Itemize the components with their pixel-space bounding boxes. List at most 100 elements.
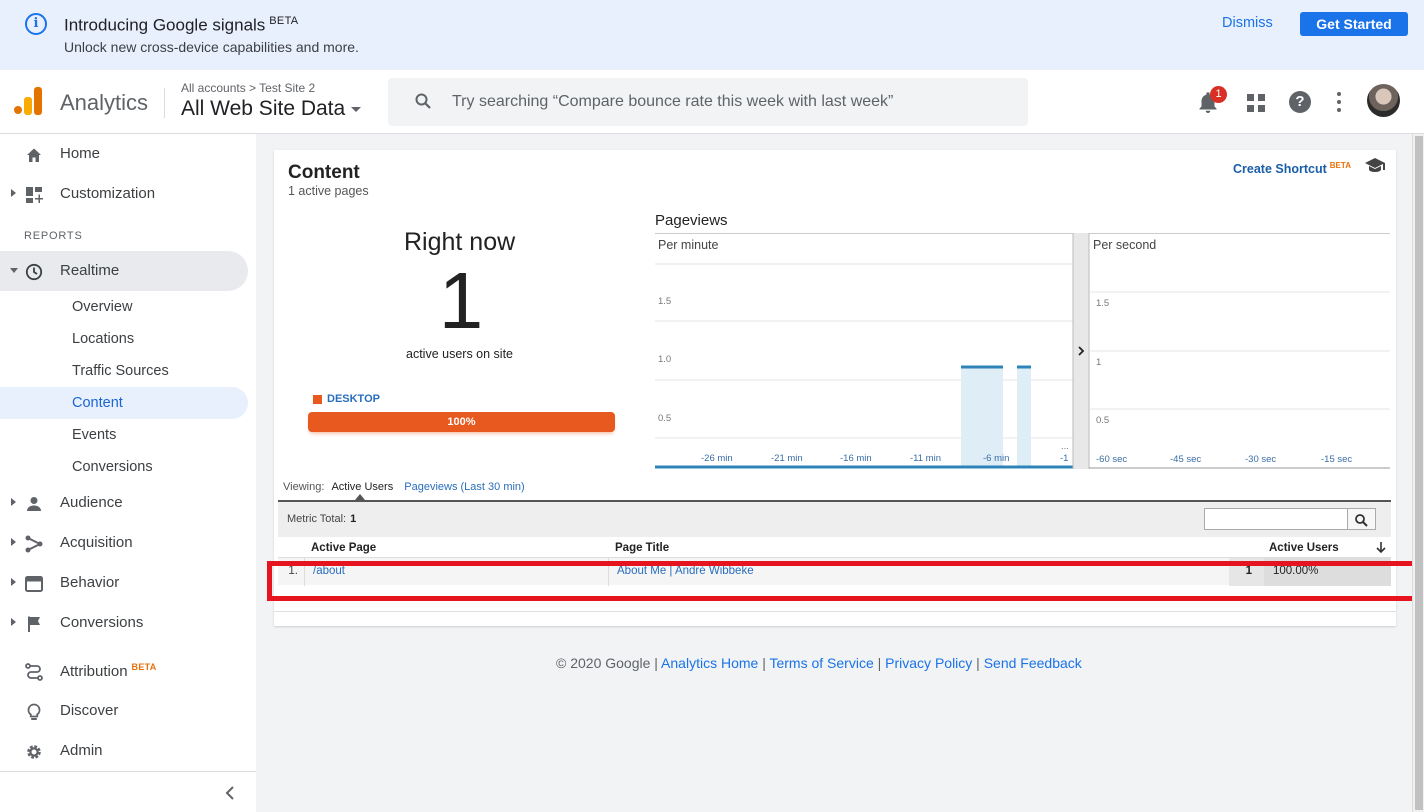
column-header-active-page[interactable]: Active Page (311, 542, 376, 554)
expand-arrow-icon (11, 578, 16, 586)
sidebar-item-attribution[interactable]: Attribution BETA (0, 651, 248, 691)
x-tick: -16 min (840, 453, 872, 464)
dismiss-button[interactable]: Dismiss (1222, 15, 1273, 31)
sidebar-item-behavior[interactable]: Behavior (0, 563, 248, 603)
signals-banner: i Introducing Google signals BETA Unlock … (0, 0, 1424, 70)
help-icon[interactable]: ? (1289, 91, 1311, 113)
sort-descending-icon[interactable] (1376, 542, 1386, 554)
row-active-page-link[interactable]: /about (305, 558, 609, 586)
search-bar[interactable] (388, 78, 1028, 126)
sidebar-item-audience[interactable]: Audience (0, 483, 248, 523)
row-index: 1. (278, 558, 305, 586)
sidebar-item-customization[interactable]: Customization (0, 174, 248, 214)
gear-icon (27, 745, 41, 759)
table-search-button[interactable] (1348, 508, 1376, 530)
sidebar-item-admin[interactable]: Admin (0, 731, 248, 771)
sidebar: Home Customization REPORTS Realtime Over… (0, 134, 256, 812)
view-selector[interactable]: All Web Site Data (181, 97, 362, 121)
copyright: © 2020 Google (556, 655, 651, 671)
ellipsis-label: ... (1061, 441, 1069, 452)
row-active-users: 1 (1229, 558, 1264, 586)
sidebar-item-realtime-conversions[interactable]: Conversions (0, 451, 248, 483)
column-header-page-title[interactable]: Page Title (615, 542, 669, 554)
table-row[interactable]: 1. /about About Me | André Wibbeke 1 100… (278, 557, 1391, 586)
privacy-policy-link[interactable]: Privacy Policy (885, 655, 972, 671)
clock-icon (25, 263, 43, 281)
beta-badge: BETA (1329, 161, 1351, 170)
graduation-cap-icon[interactable] (1365, 158, 1385, 172)
lightbulb-icon (27, 703, 41, 720)
pageviews-title: Pageviews (655, 212, 728, 229)
breadcrumb: All accounts > Test Site 2 (181, 81, 315, 95)
x-tick: -15 sec (1321, 454, 1352, 465)
terms-of-service-link[interactable]: Terms of Service (769, 655, 873, 671)
more-options-icon[interactable] (1336, 92, 1342, 112)
breadcrumb-all-accounts[interactable]: All accounts (181, 81, 246, 95)
x-tick: -1 (1060, 453, 1068, 464)
active-users-count: 1 (438, 256, 484, 345)
send-feedback-link[interactable]: Send Feedback (984, 655, 1082, 671)
dashboard-icon (26, 187, 43, 203)
active-users-label: active users on site (406, 347, 513, 361)
beta-badge: BETA (269, 15, 299, 27)
header-divider (164, 88, 165, 118)
y-tick-1-5: 1.5 (1096, 298, 1109, 309)
create-shortcut-link[interactable]: Create Shortcut BETA (1233, 161, 1351, 176)
column-header-active-users[interactable]: Active Users (1269, 542, 1339, 554)
x-tick: -21 min (771, 453, 803, 464)
person-icon (27, 497, 41, 511)
table-filter-input[interactable] (1204, 508, 1348, 530)
expand-arrow-icon (11, 189, 16, 197)
x-tick: -11 min (910, 453, 941, 464)
chart-divider (1073, 233, 1089, 469)
sidebar-item-acquisition[interactable]: Acquisition (0, 523, 248, 563)
apps-grid-icon[interactable] (1247, 94, 1265, 112)
sidebar-item-events[interactable]: Events (0, 419, 248, 451)
sidebar-item-content[interactable]: Content (0, 387, 248, 419)
device-share-bar: 100% (308, 412, 615, 432)
x-tick: -60 sec (1096, 454, 1127, 465)
row-page-title-link[interactable]: About Me | André Wibbeke (609, 558, 1229, 586)
table-header: Active Page Page Title Active Users (278, 537, 1391, 557)
tab-active-users[interactable]: Active Users (331, 481, 393, 493)
banner-subtitle: Unlock new cross-device capabilities and… (64, 39, 359, 55)
sidebar-item-traffic-sources[interactable]: Traffic Sources (0, 355, 248, 387)
search-icon (415, 93, 431, 109)
expand-arrow-icon (11, 538, 16, 546)
content-report-panel: Content 1 active pages Create Shortcut BE… (274, 150, 1396, 626)
per-minute-bar-cap (961, 365, 975, 369)
y-tick-0-5: 0.5 (1096, 415, 1109, 426)
analytics-logo-icon[interactable] (14, 86, 42, 118)
sidebar-divider (0, 771, 256, 772)
collapse-sidebar-icon[interactable] (223, 784, 237, 802)
notifications-bell-icon[interactable]: 1 (1197, 86, 1227, 115)
x-tick: -30 sec (1245, 454, 1276, 465)
right-now-heading: Right now (404, 228, 516, 256)
x-tick: -26 min (701, 453, 733, 464)
sidebar-item-locations[interactable]: Locations (0, 323, 248, 355)
active-pages-count: 1 active pages (288, 184, 369, 198)
sidebar-item-home[interactable]: Home (0, 134, 248, 174)
sidebar-item-realtime[interactable]: Realtime (0, 251, 248, 291)
get-started-button[interactable]: Get Started (1300, 12, 1408, 36)
viewing-toggle: Viewing: Active Users Pageviews (Last 30… (283, 481, 525, 493)
analytics-home-link[interactable]: Analytics Home (661, 655, 758, 671)
page-title: Content (288, 162, 360, 183)
per-minute-bar-cap (989, 365, 1003, 369)
y-tick-1-0: 1.0 (658, 354, 671, 365)
sidebar-item-overview[interactable]: Overview (0, 291, 248, 323)
sidebar-item-discover[interactable]: Discover (0, 691, 248, 731)
per-minute-bar (961, 365, 975, 467)
scrollbar-thumb[interactable] (1415, 136, 1423, 810)
search-input[interactable] (452, 78, 1012, 126)
per-minute-bar (1017, 365, 1031, 467)
breadcrumb-property[interactable]: Test Site 2 (259, 81, 315, 95)
scrollbar[interactable] (1412, 134, 1424, 812)
y-tick-1-5: 1.5 (658, 296, 671, 307)
beta-badge: BETA (131, 662, 157, 672)
acquisition-icon (25, 535, 43, 553)
info-icon: i (25, 13, 47, 35)
tab-pageviews[interactable]: Pageviews (Last 30 min) (404, 481, 524, 493)
sidebar-item-conversions[interactable]: Conversions (0, 603, 248, 643)
avatar[interactable] (1367, 84, 1400, 117)
